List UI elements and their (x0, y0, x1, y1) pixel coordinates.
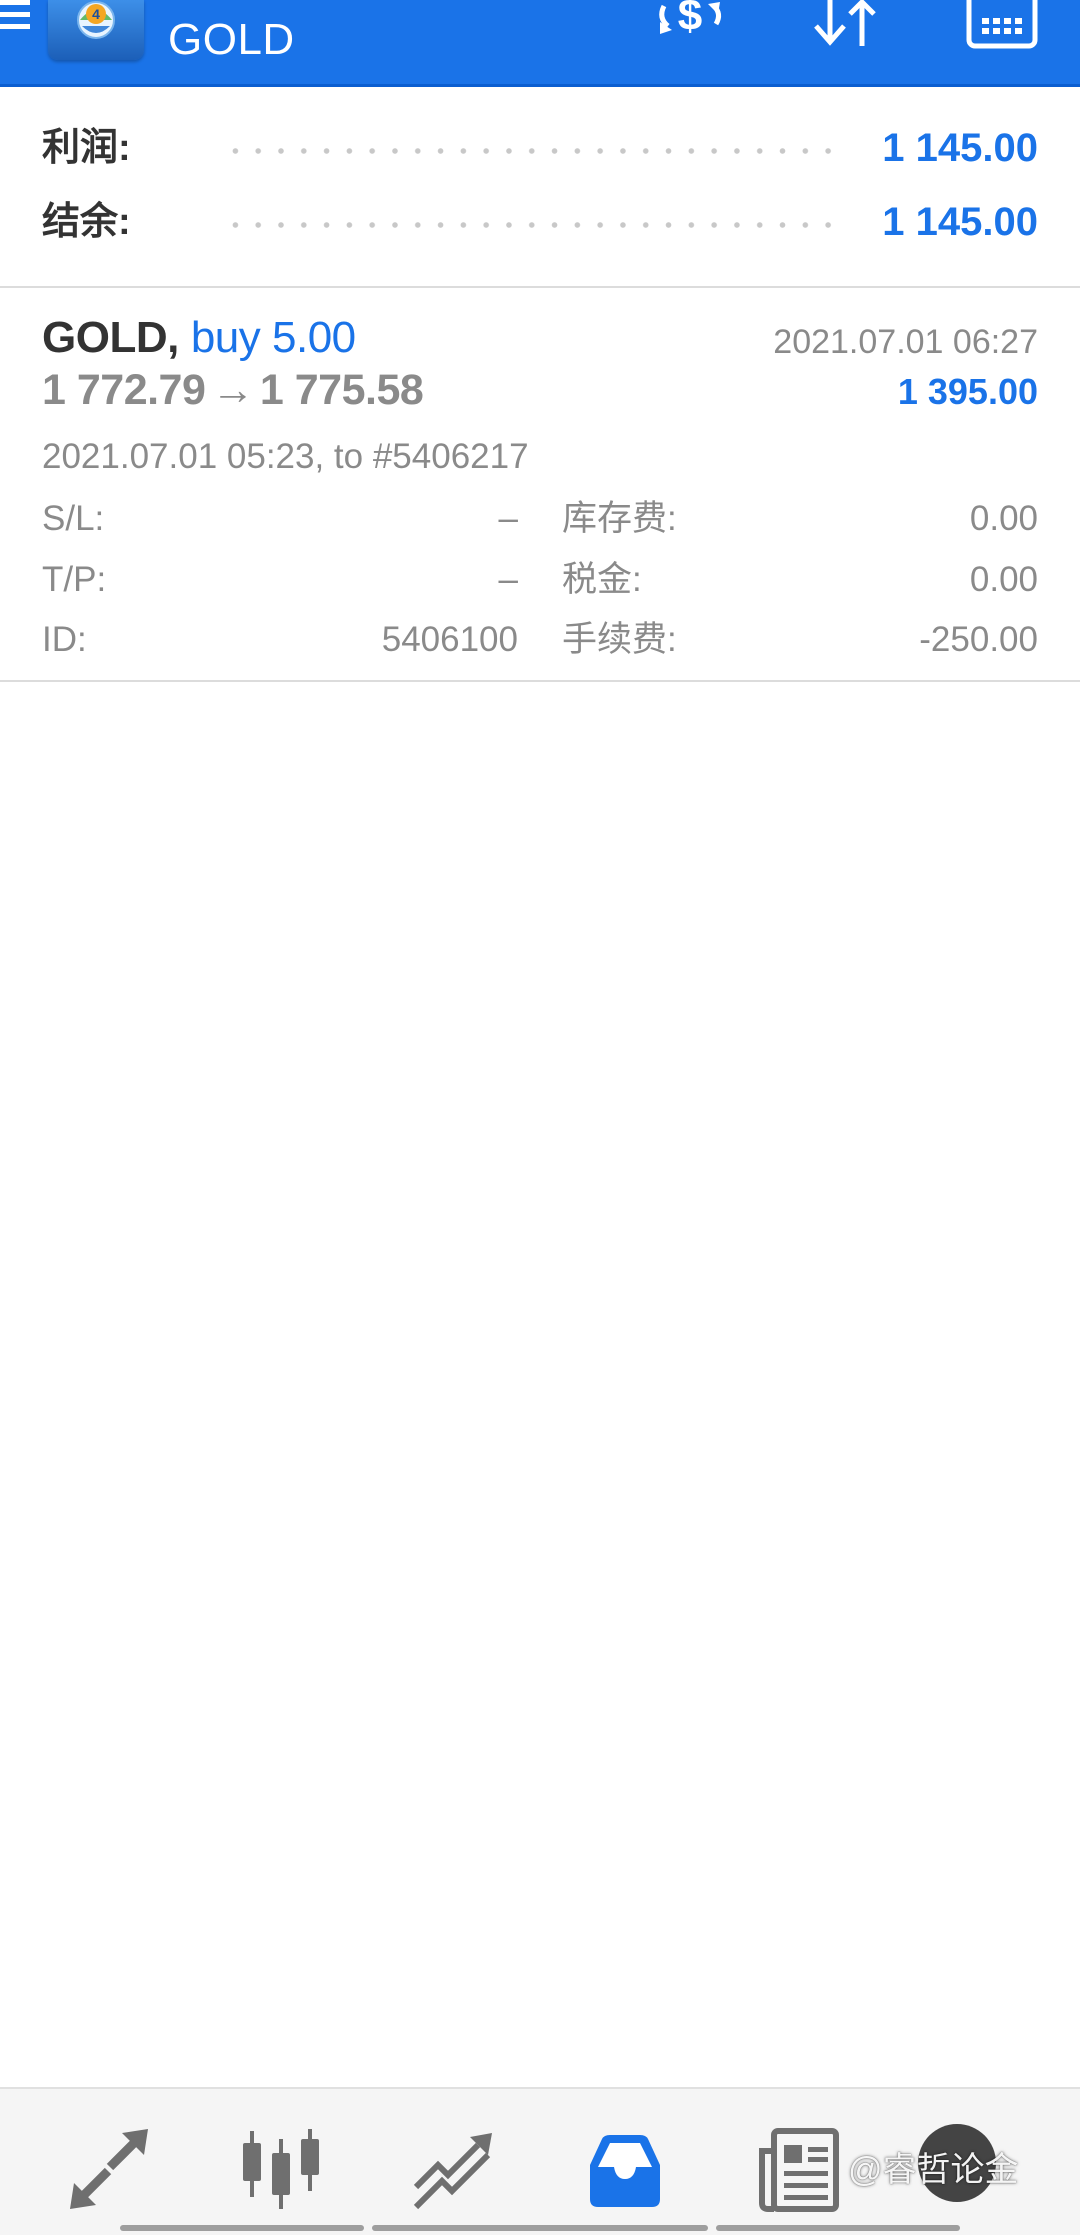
sort-arrows-icon[interactable] (806, 0, 886, 50)
tp-value: – (498, 560, 518, 599)
calculator-icon[interactable] (966, 0, 1038, 50)
sl-value: – (498, 499, 518, 538)
page-title: GOLD (168, 15, 295, 64)
trade-icon[interactable] (408, 2125, 498, 2215)
watermark-text: @睿哲论金 (848, 2151, 1019, 2189)
position-symbol-line: GOLD, buy 5.00 (42, 310, 356, 366)
sl-label: S/L: (42, 499, 105, 538)
app-bar: 4 GOLD $ (0, 0, 1080, 87)
watermark: @睿哲论金 (848, 2148, 1019, 2192)
arrow-right-icon: → (211, 366, 254, 414)
dot-leader (224, 148, 838, 154)
chart-icon[interactable] (236, 2125, 326, 2215)
svg-text:4: 4 (92, 6, 100, 22)
history-icon[interactable] (580, 2125, 670, 2215)
nav-indicator (372, 2225, 708, 2231)
balance-value: 1 145.00 (882, 200, 1038, 244)
open-price: 1 772.79 (42, 366, 206, 414)
swap-label: 库存费: (562, 499, 677, 538)
position-symbol: GOLD, (42, 313, 179, 362)
position-side: buy 5.00 (190, 313, 356, 362)
divider (0, 680, 1080, 682)
svg-text:$: $ (678, 0, 702, 40)
app-logo: 4 (48, 0, 144, 60)
nav-indicator (716, 2225, 960, 2231)
id-value: 5406100 (381, 620, 518, 659)
summary-balance-row: 结余: 1 145.00 (42, 192, 1038, 252)
position-profit: 1 395.00 (897, 371, 1038, 412)
id-label: ID: (42, 620, 87, 659)
summary-profit-row: 利润: 1 145.00 (42, 118, 1038, 178)
close-time: 2021.07.01 06:27 (773, 323, 1038, 361)
close-price: 1 775.58 (259, 366, 424, 414)
position-prices: 1 772.79 → 1 775.58 (42, 362, 424, 418)
divider (0, 286, 1080, 288)
profit-value: 1 145.00 (882, 126, 1038, 170)
tp-label: T/P: (42, 560, 107, 599)
quotes-icon[interactable] (64, 2125, 154, 2215)
swap-value: 0.00 (969, 499, 1038, 538)
balance-label: 结余: (42, 201, 131, 243)
commission-label: 手续费: (562, 620, 677, 659)
taxes-label: 税金: (562, 560, 642, 599)
profit-label: 利润: (42, 127, 131, 169)
nav-indicator (120, 2225, 364, 2231)
dot-leader (224, 222, 838, 228)
taxes-value: 0.00 (969, 560, 1038, 599)
dollar-arrows-icon[interactable]: $ (650, 0, 730, 50)
menu-icon[interactable] (0, 0, 34, 36)
news-icon[interactable] (754, 2125, 844, 2215)
commission-value: -250.00 (919, 620, 1038, 659)
open-info: 2021.07.01 05:23, to #5406217 (42, 437, 529, 476)
